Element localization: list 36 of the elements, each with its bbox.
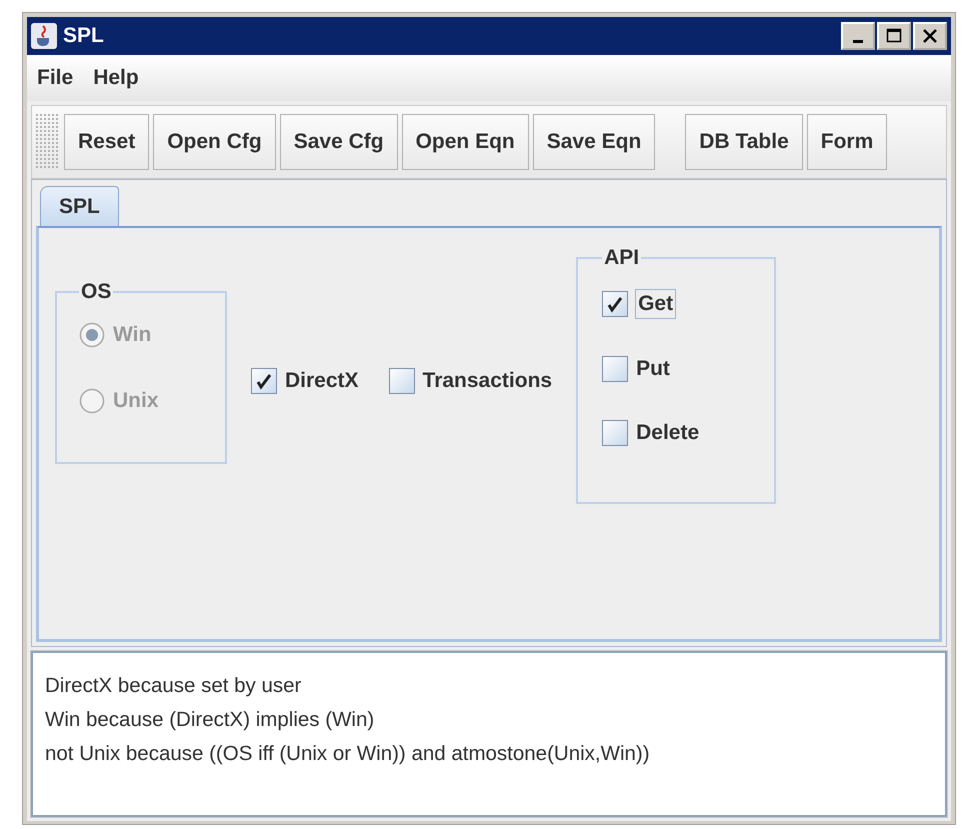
- cup-icon: [31, 23, 57, 49]
- checkbox[interactable]: [602, 420, 628, 446]
- maximize-icon: [886, 28, 902, 44]
- close-icon: [922, 28, 938, 44]
- minimize-button[interactable]: [841, 22, 875, 50]
- toolbar-button[interactable]: Open Eqn: [402, 114, 529, 170]
- close-button[interactable]: [913, 22, 947, 50]
- window-title: SPL: [63, 24, 104, 48]
- group-title: API: [603, 246, 640, 270]
- tab[interactable]: SPL: [40, 186, 119, 226]
- toolbar-button[interactable]: Open Cfg: [153, 114, 276, 170]
- toolbar-button[interactable]: Save Eqn: [532, 114, 656, 170]
- checkbox-label: Transactions: [422, 369, 552, 393]
- checkbox[interactable]: [602, 356, 628, 382]
- toolbar-button[interactable]: DB Table: [685, 114, 803, 170]
- grip-handle[interactable]: [36, 114, 60, 170]
- log-line: DirectX because set by user: [45, 673, 302, 699]
- toolbar-button[interactable]: Form: [806, 114, 888, 170]
- checkbox[interactable]: [388, 368, 415, 394]
- radio-label: Win: [113, 323, 152, 347]
- toolbar-button[interactable]: Save Cfg: [280, 114, 398, 170]
- checkbox-label: DirectX: [285, 369, 359, 393]
- checkbox[interactable]: [251, 368, 277, 394]
- radio-label: Unix: [113, 389, 159, 413]
- menu-item[interactable]: File: [37, 66, 74, 90]
- group-title: OS: [80, 280, 112, 304]
- menu-item[interactable]: Help: [93, 66, 139, 90]
- minimize-icon: [853, 40, 863, 42]
- toolbar-button[interactable]: Reset: [64, 114, 150, 170]
- checkbox[interactable]: [602, 291, 628, 317]
- log-line: not Unix because ((OS iff (Unix or Win)) and atmostone(Unix,Win)): [45, 741, 651, 767]
- maximize-button[interactable]: [877, 22, 911, 50]
- checkbox-label: Get: [636, 290, 676, 318]
- checkbox-label: Put: [636, 357, 670, 381]
- log-line: Win because (DirectX) implies (Win): [45, 707, 376, 733]
- checkbox-label: Delete: [636, 421, 700, 445]
